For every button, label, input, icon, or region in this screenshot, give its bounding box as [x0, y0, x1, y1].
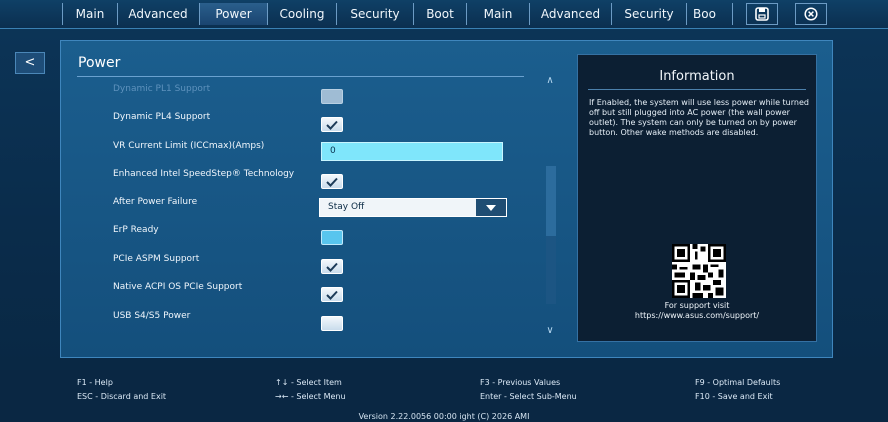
- page-title: Power: [78, 55, 121, 71]
- tab-security-2[interactable]: Security: [612, 3, 687, 25]
- tab-boot-2[interactable]: Boo: [687, 3, 733, 25]
- setting-label-usb-s4s5: USB S4/S5 Power: [113, 311, 191, 321]
- save-button[interactable]: [746, 3, 778, 25]
- exit-button[interactable]: [795, 3, 827, 25]
- scrollbar[interactable]: [546, 166, 556, 304]
- help-f10: F10 - Save and Exit: [695, 392, 773, 401]
- scroll-down-icon[interactable]: ∨: [541, 325, 559, 336]
- checkbox-usb-s4s5[interactable]: [321, 316, 343, 331]
- qr-code-icon: [672, 244, 726, 298]
- title-divider: [77, 76, 524, 77]
- close-icon: [804, 7, 818, 21]
- help-f3: F3 - Previous Values: [480, 378, 561, 387]
- tab-advanced[interactable]: Advanced: [117, 3, 200, 25]
- checkbox-speedstep[interactable]: [321, 174, 343, 189]
- setting-label-after-power-failure: After Power Failure: [113, 197, 198, 207]
- tab-main-2[interactable]: Main: [467, 3, 530, 25]
- help-select-menu: →← - Select Menu: [275, 392, 346, 401]
- help-enter: Enter - Select Sub-Menu: [480, 392, 577, 401]
- support-text: For support visit https://www.asus.com/s…: [578, 301, 816, 321]
- chevron-down-icon[interactable]: [476, 199, 506, 216]
- info-divider: [588, 89, 806, 90]
- tab-main[interactable]: Main: [62, 3, 118, 25]
- support-url[interactable]: https://www.asus.com/support/: [578, 311, 816, 321]
- info-title: Information: [659, 69, 735, 84]
- tab-security[interactable]: Security: [337, 3, 414, 25]
- setting-label-native-acpi: Native ACPI OS PCIe Support: [113, 282, 243, 292]
- save-icon: [755, 7, 769, 21]
- info-description: If Enabled, the system will use less pow…: [589, 98, 809, 137]
- setting-label-speedstep: Enhanced Intel SpeedStep® Technology: [113, 169, 295, 179]
- tab-bar: Main Advanced Power Cooling Security Boo…: [0, 0, 888, 29]
- scroll-up-icon[interactable]: ∧: [541, 75, 559, 86]
- tab-boot[interactable]: Boot: [414, 3, 467, 25]
- tab-advanced-2[interactable]: Advanced: [530, 3, 612, 25]
- help-select-item: ↑↓ - Select Item: [275, 378, 342, 387]
- after-power-failure-dropdown[interactable]: Stay Off: [319, 198, 507, 217]
- setting-label-pcie-aspm: PCIe ASPM Support: [113, 254, 200, 264]
- help-f9: F9 - Optimal Defaults: [695, 378, 781, 387]
- checkmark-icon: [326, 120, 338, 130]
- version-text: Version 2.22.0056 00:00 ight (C) 2026 AM…: [358, 412, 530, 421]
- support-line-1: For support visit: [664, 301, 730, 310]
- checkbox-dynamic-pl4[interactable]: [321, 117, 343, 132]
- tab-cooling[interactable]: Cooling: [268, 3, 337, 25]
- setting-label-vr-current-limit: VR Current Limit (ICCmax)(Amps): [113, 141, 265, 151]
- checkbox-dynamic-pl1[interactable]: [321, 89, 343, 104]
- vr-current-limit-input[interactable]: 0: [321, 142, 503, 161]
- checkbox-erp-ready[interactable]: [321, 230, 343, 245]
- information-panel: Information If Enabled, the system will …: [577, 54, 817, 342]
- help-f1: F1 - Help: [77, 378, 113, 387]
- checkmark-icon: [326, 262, 338, 272]
- checkbox-pcie-aspm[interactable]: [321, 259, 343, 274]
- help-esc: ESC - Discard and Exit: [77, 392, 167, 401]
- scrollbar-thumb[interactable]: [546, 166, 556, 236]
- setting-label-erp-ready: ErP Ready: [113, 225, 159, 235]
- tab-power[interactable]: Power: [200, 3, 268, 25]
- checkmark-icon: [326, 177, 338, 187]
- back-button[interactable]: <: [15, 52, 45, 74]
- checkbox-native-acpi[interactable]: [321, 287, 343, 302]
- setting-label-dynamic-pl1: Dynamic PL1 Support: [113, 84, 211, 94]
- dropdown-value: Stay Off: [328, 202, 365, 212]
- checkmark-icon: [326, 290, 338, 300]
- setting-label-dynamic-pl4: Dynamic PL4 Support: [113, 112, 211, 122]
